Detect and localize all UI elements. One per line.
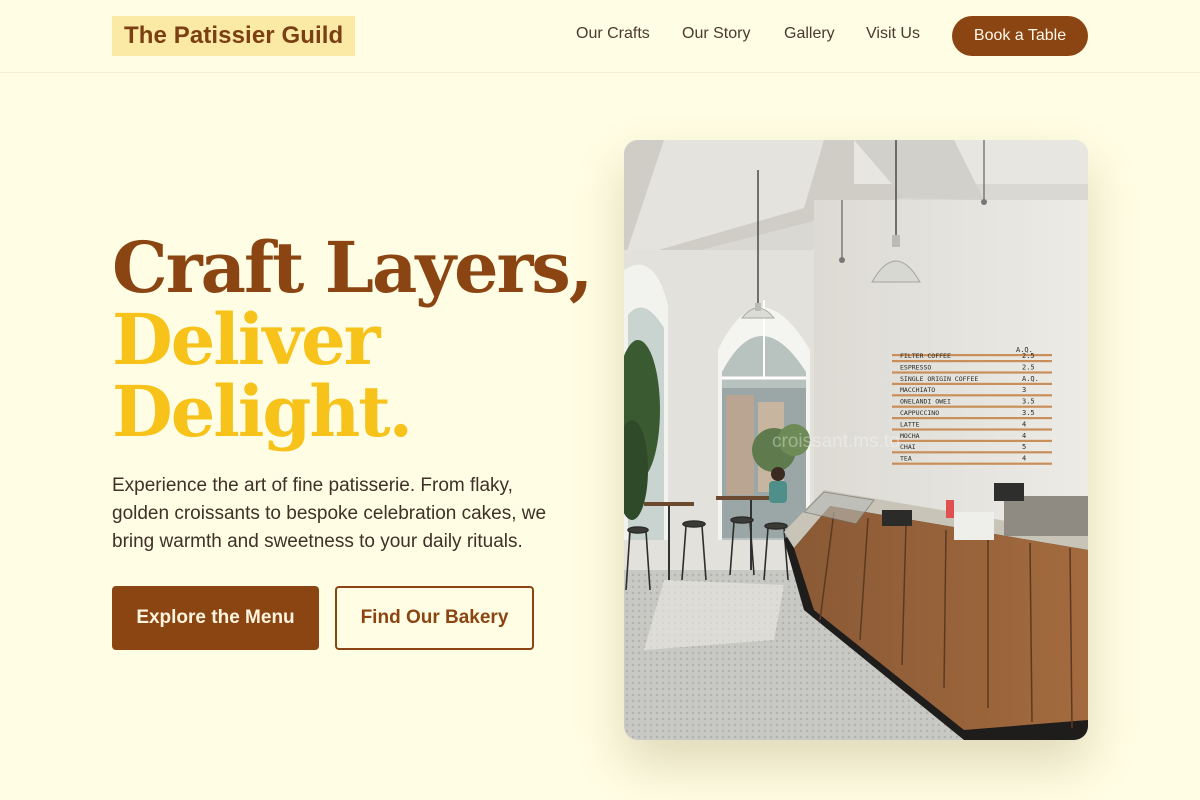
menu-board-price: 2.5: [1022, 352, 1035, 360]
nav-link-our-story[interactable]: Our Story: [682, 24, 750, 44]
hero-subtitle: Experience the art of fine patisserie. F…: [112, 475, 547, 552]
menu-board-price: 4: [1022, 455, 1026, 463]
menu-board-plank: [892, 439, 1052, 442]
menu-board-plank: [892, 371, 1052, 374]
menu-board-item: ONELANDI OWEI: [900, 398, 951, 406]
menu-board-item: ESPRESSO: [900, 363, 931, 371]
menu-board-price: 4: [1022, 420, 1026, 428]
menu-board-item: LATTE: [900, 420, 920, 428]
site-header: The Patissier Guild Our Crafts Our Story…: [0, 0, 1200, 73]
menu-board-price: 5: [1022, 443, 1026, 451]
menu-board-price: 3.5: [1022, 398, 1035, 406]
book-table-button[interactable]: Book a Table: [952, 16, 1088, 56]
menu-board-plank: [892, 405, 1052, 408]
menu-board-item: TEA: [900, 455, 912, 463]
nav-link-visit-us[interactable]: Visit Us: [866, 24, 920, 44]
cafe-interior-illustration: A.Q. FILTER COFFEE 2.5 ESPRESSO 2.5 SINGLE OR…: [624, 140, 1088, 740]
headline-line-3: Delight.: [112, 370, 413, 453]
menu-board-plank: [892, 417, 1052, 420]
brand-logo[interactable]: The Patissier Guild: [112, 16, 356, 56]
image-watermark: croissant.ms.to: [772, 431, 900, 452]
menu-board-item: MOCHA: [900, 432, 920, 440]
nav-link-our-crafts[interactable]: Our Crafts: [576, 24, 650, 44]
menu-board-plank: [892, 451, 1052, 454]
menu-board-plank: [892, 394, 1052, 397]
menu-board-price: 2.5: [1022, 363, 1035, 371]
menu-board-item: SINGLE ORIGIN COFFEE: [900, 375, 978, 383]
menu-board-item: CAPPUCCINO: [900, 409, 939, 417]
headline-line-2: Deliver: [112, 298, 381, 381]
menu-board-price: 3.5: [1022, 409, 1035, 417]
hero-headline: Craft Layers, Deliver Delight.: [112, 232, 612, 448]
find-bakery-button[interactable]: Find Our Bakery: [335, 586, 534, 650]
menu-board-plank: [892, 360, 1052, 363]
menu-board-plank: [892, 382, 1052, 385]
menu-board-price: A.Q.: [1022, 375, 1039, 383]
explore-menu-button[interactable]: Explore the Menu: [112, 586, 319, 650]
menu-board-item: CHAI: [900, 443, 916, 451]
menu-board-item: MACCHIATO: [900, 386, 935, 394]
hero-cafe-image: A.Q. FILTER COFFEE 2.5 ESPRESSO 2.5 SINGLE OR…: [624, 140, 1088, 740]
menu-board-price: 3: [1022, 386, 1026, 394]
menu-board-item: FILTER COFFEE: [900, 352, 951, 360]
menu-board-price: 4: [1022, 432, 1026, 440]
menu-board-plank: [892, 462, 1052, 465]
menu-board-plank: [892, 428, 1052, 431]
nav-link-gallery[interactable]: Gallery: [784, 24, 835, 44]
headline-line-1: Craft Layers,: [112, 226, 593, 309]
